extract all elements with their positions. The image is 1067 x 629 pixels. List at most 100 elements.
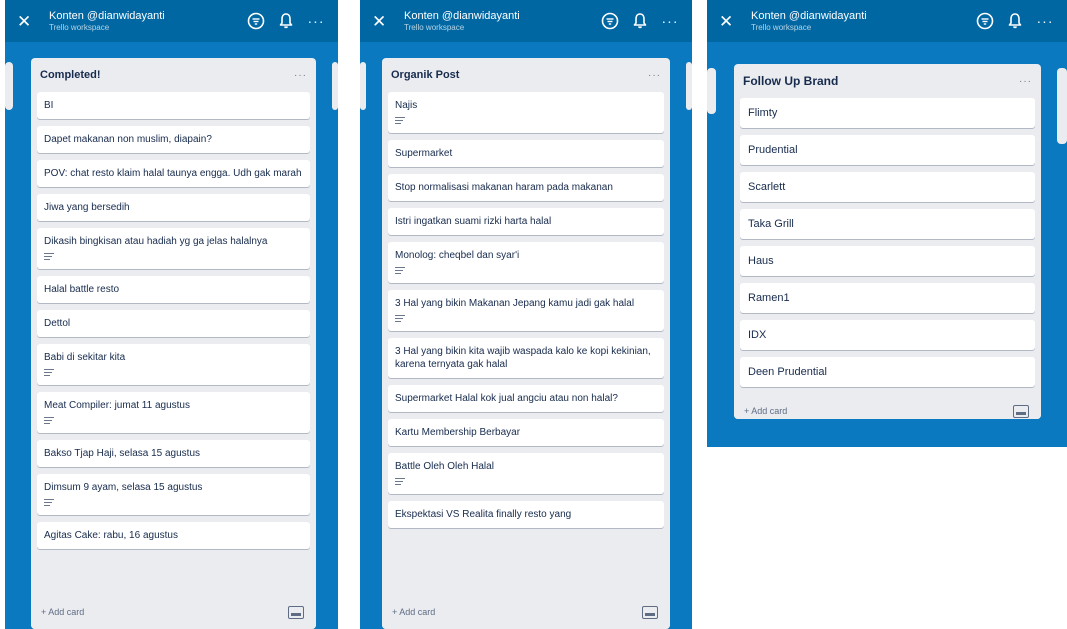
filter-icon[interactable]: [244, 9, 268, 33]
close-icon[interactable]: ✕: [719, 13, 741, 30]
description-icon: [395, 478, 405, 487]
card-title: 3 Hal yang bikin kita wajib waspada kalo…: [395, 346, 651, 370]
card-title: BI: [44, 100, 54, 111]
card[interactable]: Agitas Cake: rabu, 16 agustus: [37, 522, 310, 549]
bell-icon[interactable]: [628, 9, 652, 33]
list-footer: + Add card: [734, 394, 1041, 419]
add-card-button[interactable]: + Add card: [392, 607, 435, 617]
description-icon: [44, 499, 54, 508]
card[interactable]: Taka Grill: [740, 209, 1035, 239]
list-title[interactable]: Organik Post: [391, 69, 459, 81]
list-title[interactable]: Completed!: [40, 69, 101, 81]
card[interactable]: Monolog: cheqbel dan syar'i: [388, 242, 664, 283]
board-header: ✕ Konten @dianwidayanti Trello workspace…: [707, 0, 1067, 42]
card-title: Meat Compiler: jumat 11 agustus: [44, 400, 190, 411]
list-footer: + Add card: [382, 595, 670, 629]
list-menu-icon[interactable]: ···: [294, 70, 307, 81]
card[interactable]: Prudential: [740, 135, 1035, 165]
card-list: Najis Supermarket Stop normalisasi makanan…: [382, 92, 670, 528]
card-template-icon[interactable]: [288, 605, 304, 619]
more-icon[interactable]: ···: [658, 9, 682, 33]
list-completed: Completed! ··· BI Dapet makanan non musli…: [31, 58, 316, 629]
card[interactable]: 3 Hal yang bikin kita wajib waspada kalo…: [388, 338, 664, 378]
card[interactable]: Supermarket: [388, 140, 664, 167]
more-icon[interactable]: ···: [304, 9, 328, 33]
description-icon: [44, 369, 54, 378]
card-title: Stop normalisasi makanan haram pada maka…: [395, 182, 613, 193]
list-title[interactable]: Follow Up Brand: [743, 74, 838, 88]
card-title: Scarlett: [748, 181, 786, 193]
close-icon[interactable]: ✕: [372, 13, 394, 30]
board-title: Konten @dianwidayanti: [404, 9, 520, 22]
card[interactable]: Dettol: [37, 310, 310, 337]
card[interactable]: Ekspektasi VS Realita finally resto yang: [388, 501, 664, 528]
card-template-icon[interactable]: [642, 605, 658, 619]
card[interactable]: Babi di sekitar kita: [37, 344, 310, 385]
card-template-icon[interactable]: [1013, 404, 1029, 418]
list-menu-icon[interactable]: ···: [1019, 76, 1032, 87]
bell-icon[interactable]: [274, 9, 298, 33]
close-icon[interactable]: ✕: [17, 13, 39, 30]
description-icon: [44, 417, 54, 426]
card[interactable]: Najis: [388, 92, 664, 133]
workspace-label: Trello workspace: [49, 22, 110, 32]
card[interactable]: Meat Compiler: jumat 11 agustus: [37, 392, 310, 433]
adjacent-list-edge: [686, 62, 692, 110]
card-title: Dimsum 9 ayam, selasa 15 agustus: [44, 482, 203, 493]
card-list: Flimty Prudential Scarlett Taka Grill Haus Ra…: [734, 98, 1041, 387]
add-card-button[interactable]: + Add card: [41, 607, 84, 617]
card[interactable]: POV: chat resto klaim halal taunya engga…: [37, 160, 310, 187]
list-menu-icon[interactable]: ···: [648, 70, 661, 81]
card[interactable]: Istri ingatkan suami rizki harta halal: [388, 208, 664, 235]
card[interactable]: IDX: [740, 320, 1035, 350]
card[interactable]: BI: [37, 92, 310, 119]
card[interactable]: Scarlett: [740, 172, 1035, 202]
card-title: POV: chat resto klaim halal taunya engga…: [44, 168, 302, 179]
card-title: Supermarket Halal kok jual angciu atau n…: [395, 393, 618, 404]
card[interactable]: Supermarket Halal kok jual angciu atau n…: [388, 385, 664, 412]
card-title: Agitas Cake: rabu, 16 agustus: [44, 530, 178, 541]
add-card-button[interactable]: + Add card: [744, 406, 787, 416]
card-title: Ekspektasi VS Realita finally resto yang: [395, 509, 572, 520]
more-icon[interactable]: ···: [1033, 9, 1057, 33]
list-organik-post: Organik Post ··· Najis Supermarket Stop no…: [382, 58, 670, 629]
bell-icon[interactable]: [1003, 9, 1027, 33]
card[interactable]: Deen Prudential: [740, 357, 1035, 387]
card[interactable]: Ramen1: [740, 283, 1035, 313]
card[interactable]: Kartu Membership Berbayar: [388, 419, 664, 446]
card[interactable]: Flimty: [740, 98, 1035, 128]
board-screen-follow-up: ✕ Konten @dianwidayanti Trello workspace…: [707, 0, 1067, 447]
card-title: Dettol: [44, 318, 71, 329]
list-header: Follow Up Brand ···: [734, 64, 1041, 98]
card-title: Haus: [748, 255, 774, 267]
card[interactable]: Stop normalisasi makanan haram pada maka…: [388, 174, 664, 201]
description-icon: [395, 315, 405, 324]
card[interactable]: Bakso Tjap Haji, selasa 15 agustus: [37, 440, 310, 467]
card-title: Kartu Membership Berbayar: [395, 427, 521, 438]
card[interactable]: Jiwa yang bersedih: [37, 194, 310, 221]
card[interactable]: 3 Hal yang bikin Makanan Jepang kamu jad…: [388, 290, 664, 331]
workspace-label: Trello workspace: [751, 22, 812, 32]
card[interactable]: Halal battle resto: [37, 276, 310, 303]
card-title: Halal battle resto: [44, 284, 120, 295]
filter-icon[interactable]: [598, 9, 622, 33]
workspace-label: Trello workspace: [404, 22, 465, 32]
description-icon: [44, 253, 54, 262]
card[interactable]: Haus: [740, 246, 1035, 276]
adjacent-list-edge: [332, 62, 338, 110]
card[interactable]: Battle Oleh Oleh Halal: [388, 453, 664, 494]
filter-icon[interactable]: [973, 9, 997, 33]
card[interactable]: Dapet makanan non muslim, diapain?: [37, 126, 310, 153]
card[interactable]: Dimsum 9 ayam, selasa 15 agustus: [37, 474, 310, 515]
card-title: Flimty: [748, 107, 778, 119]
adjacent-list-edge: [1057, 68, 1067, 144]
card-title: Bakso Tjap Haji, selasa 15 agustus: [44, 448, 201, 459]
list-header: Organik Post ···: [382, 58, 670, 92]
board-title: Konten @dianwidayanti: [751, 9, 867, 22]
card[interactable]: Dikasih bingkisan atau hadiah yg ga jela…: [37, 228, 310, 269]
card-title: Deen Prudential: [748, 366, 827, 378]
description-icon: [395, 117, 405, 126]
card-title: Babi di sekitar kita: [44, 352, 126, 363]
card-title: IDX: [748, 329, 767, 341]
board-titles: Konten @dianwidayanti Trello workspace: [404, 10, 592, 33]
